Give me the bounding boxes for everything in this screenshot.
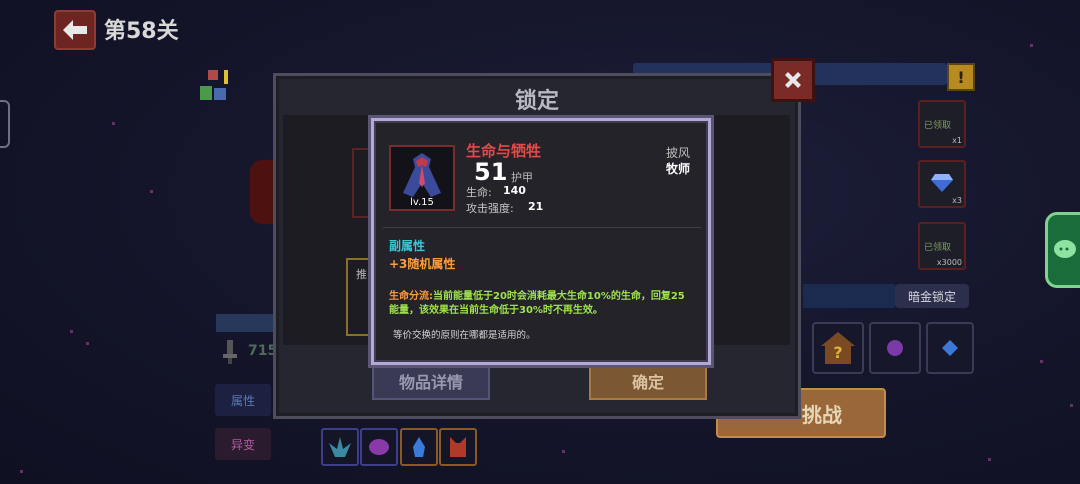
shop-slot[interactable] (869, 322, 921, 374)
stat-label: 生命: (466, 186, 492, 199)
back-button[interactable] (54, 10, 96, 50)
reward-count: x1 (952, 136, 962, 145)
brain-icon (369, 439, 389, 455)
star (150, 190, 153, 193)
star (988, 458, 991, 461)
armor-label: 护甲 (511, 171, 533, 184)
item-level: lv.15 (410, 197, 434, 208)
side-menu-tab[interactable] (0, 100, 10, 148)
back-arrow-icon (63, 20, 87, 40)
stat-value: 140 (503, 184, 526, 197)
cloak-icon (403, 153, 441, 197)
skill-slot[interactable] (400, 428, 438, 466)
sword-icon (223, 340, 237, 364)
skill-slot[interactable] (439, 428, 477, 466)
star (86, 342, 89, 345)
reward-claimed-label: 已领取 (924, 243, 952, 253)
house-icon: ? (821, 332, 855, 364)
stat-label: 攻击强度: (466, 202, 514, 215)
reward-count: x3 (952, 196, 962, 205)
reward-slot[interactable]: 已领取 x1 (918, 100, 966, 148)
star (1040, 360, 1043, 363)
close-icon (785, 72, 801, 88)
star (70, 330, 73, 333)
confirm-button[interactable]: 确定 (589, 362, 707, 400)
item-class: 牧师 (666, 162, 691, 176)
attributes-tab[interactable]: 属性 (215, 384, 271, 416)
bonus-bar (803, 284, 895, 308)
stat-value: 21 (528, 200, 544, 213)
flame-icon (413, 437, 425, 457)
skill-name: 生命分流: (389, 291, 433, 302)
warning-icon[interactable]: ! (947, 63, 975, 91)
armor-value: 51 (474, 158, 508, 186)
skill-description: 生命分流:当前能量低于20时会消耗最大生命10%的生命，回复25能量，该效果在当… (389, 290, 694, 318)
shop-slot[interactable] (926, 322, 974, 374)
demon-icon (450, 437, 466, 457)
lock-dialog-title: 锁定 (514, 89, 559, 114)
svg-text:?: ? (833, 343, 842, 362)
item-type: 披风 (666, 146, 691, 160)
chat-button[interactable] (1045, 212, 1080, 288)
flavor-text: 等价交换的原则在哪都是适用的。 (393, 330, 536, 341)
skill-effect: 当前能量低于20时会消耗最大生命10%的生命，回复25能量，该效果在当前生命低于… (389, 291, 685, 316)
skill-slot[interactable] (321, 428, 359, 466)
mutation-tab[interactable]: 异变 (215, 428, 271, 460)
star (112, 122, 115, 125)
item-details-button[interactable]: 物品详情 (372, 362, 490, 400)
gold-lock-button[interactable]: 暗金锁定 (895, 284, 969, 308)
orb-icon (887, 340, 903, 356)
star (20, 470, 23, 473)
recommend-label: 推 (356, 268, 367, 281)
diamond-icon (931, 174, 953, 192)
reward-claimed-label: 已领取 (924, 121, 952, 131)
reward-count: x3000 (936, 258, 962, 267)
exp-bar (216, 314, 274, 332)
chat-icon (1054, 240, 1076, 258)
sub-attribute-title: 副属性 (389, 239, 426, 253)
reward-slot[interactable]: x3 (918, 160, 966, 208)
star (562, 450, 565, 453)
sub-attribute-value: +3随机属性 (389, 257, 456, 271)
close-button[interactable] (771, 58, 815, 102)
crystal-icon (329, 437, 351, 457)
skill-slot[interactable] (360, 428, 398, 466)
star (1070, 404, 1073, 407)
toolbox-icon[interactable] (198, 68, 234, 104)
gem-icon (942, 340, 958, 356)
shop-slot[interactable]: ? (812, 322, 864, 374)
star (1030, 44, 1033, 47)
tooltip-divider (383, 227, 701, 228)
item-slot-frame: 推 (346, 258, 374, 336)
reward-slot[interactable]: 已领取 x3000 (918, 222, 966, 270)
level-title: 第58关 (104, 19, 179, 44)
